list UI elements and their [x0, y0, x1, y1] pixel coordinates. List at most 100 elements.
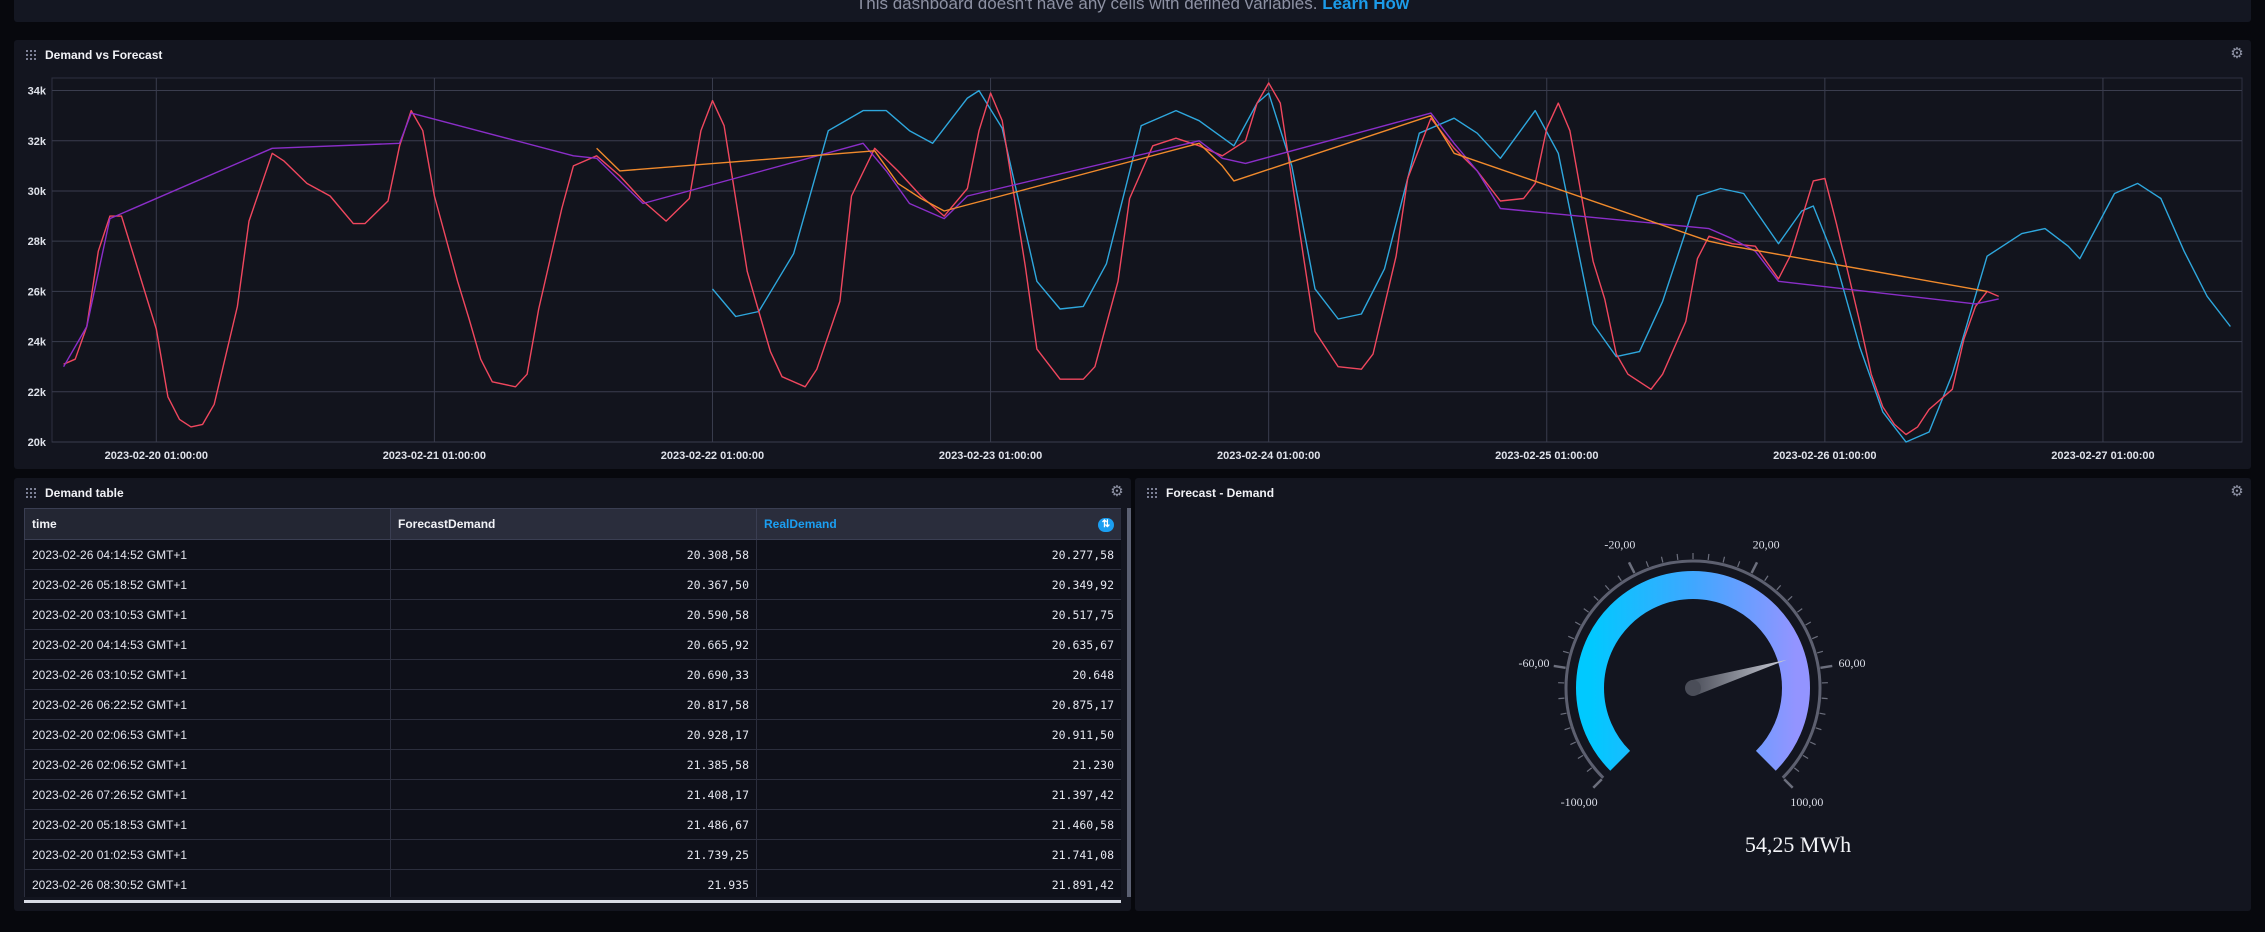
forecast-minus-demand-cell: Forecast - Demand ⚙ -100,00 -60,00 -20,00 2…: [1135, 478, 2251, 911]
cell-forecast-demand: 20.665,92: [390, 629, 757, 660]
table-row[interactable]: 2023-02-26 02:06:52 GMT+1 21.385,58 21.230: [24, 749, 1121, 780]
cell-time: 2023-02-20 04:14:53 GMT+1: [24, 629, 391, 660]
gauge-tick: [1560, 712, 1567, 715]
x-tick-label: 2023-02-24 01:00:00: [1217, 450, 1320, 462]
table-row[interactable]: 2023-02-26 03:10:52 GMT+1 20.690,33 20.648: [24, 659, 1121, 690]
gauge-tick: [1793, 767, 1800, 773]
cell-real-demand: 21.460,58: [756, 809, 1121, 840]
demand-vs-forecast-cell: Demand vs Forecast ⚙ 20k 22k 24k 26k 28k 30k 3…: [14, 40, 2251, 469]
gauge-tick: [1722, 556, 1726, 563]
demand-table: time ForecastDemand RealDemand ⇅ 2023-02…: [24, 508, 1121, 897]
table-row[interactable]: 2023-02-20 05:18:53 GMT+1 21.486,67 21.460…: [24, 809, 1121, 840]
x-tick-label: 2023-02-26 01:00:00: [1773, 450, 1876, 462]
gauge-tick: [1562, 650, 1570, 654]
gauge-tick: [1764, 575, 1769, 582]
cell-time: 2023-02-26 03:10:52 GMT+1: [24, 659, 391, 690]
gauge-tick: [1586, 767, 1593, 773]
cell-time: 2023-02-26 05:18:52 GMT+1: [24, 569, 391, 600]
gauge-tick: [1811, 635, 1818, 640]
gauge-tick: [1737, 561, 1741, 568]
cell-forecast-demand: 20.367,50: [390, 569, 757, 600]
y-tick-label: 28k: [28, 236, 47, 248]
cell-time: 2023-02-20 02:06:53 GMT+1: [24, 719, 391, 750]
gauge-tick: [1809, 741, 1816, 746]
gauge-tick: [1787, 595, 1793, 601]
cell-title: Demand table: [45, 486, 124, 500]
table-row[interactable]: 2023-02-26 08:30:52 GMT+1 21.935 21.891,42: [24, 869, 1121, 897]
table-row[interactable]: 2023-02-20 04:14:53 GMT+1 20.665,92 20.635…: [24, 629, 1121, 660]
cell-real-demand: 20.648: [756, 659, 1121, 690]
table-row[interactable]: 2023-02-26 05:18:52 GMT+1 20.367,50 20.349…: [24, 569, 1121, 600]
gauge-tick: [1707, 553, 1710, 560]
gauge-tick: [1592, 778, 1603, 789]
cell-real-demand: 20.875,17: [756, 689, 1121, 720]
cell-header[interactable]: Demand table ⚙: [14, 478, 1131, 508]
column-header-time[interactable]: time: [24, 508, 391, 540]
cell-real-demand: 20.349,92: [756, 569, 1121, 600]
vertical-scrollbar[interactable]: [1127, 508, 1131, 897]
banner-text: This dashboard doesn't have any cells wi…: [855, 0, 1318, 13]
table-row[interactable]: 2023-02-20 03:10:53 GMT+1 20.590,58 20.517…: [24, 599, 1121, 630]
gauge-tick-label: 60,00: [1839, 656, 1866, 670]
gauge-tick: [1783, 778, 1794, 789]
table-header-row: time ForecastDemand RealDemand ⇅: [24, 508, 1121, 540]
gauge-tick: [1676, 553, 1679, 560]
demand-table-cell: Demand table ⚙ time ForecastDemand RealD…: [14, 478, 1131, 911]
plot-area: [51, 77, 2243, 443]
cell-real-demand: 20.635,67: [756, 629, 1121, 660]
sort-ascending-icon[interactable]: ⇅: [1098, 517, 1114, 532]
y-tick-label: 24k: [28, 337, 47, 349]
gauge-value-text: 54,25 MWh: [1745, 832, 1851, 857]
table-row[interactable]: 2023-02-26 07:26:52 GMT+1 21.408,17 21.397…: [24, 779, 1121, 810]
cell-real-demand: 21.230: [756, 749, 1121, 780]
drag-handle-icon[interactable]: [26, 488, 36, 498]
gauge-tick: [1776, 584, 1782, 591]
column-header-forecast-demand[interactable]: ForecastDemand: [390, 508, 757, 540]
cell-time: 2023-02-20 01:02:53 GMT+1: [24, 839, 391, 870]
line-chart[interactable]: 20k 22k 24k 26k 28k 30k 32k 34k 2023-02-20 01:00…: [14, 40, 2251, 469]
cell-forecast-demand: 21.486,67: [390, 809, 757, 840]
gauge-tick: [1805, 621, 1812, 626]
cell-time: 2023-02-20 03:10:53 GMT+1: [24, 599, 391, 630]
y-tick-label: 30k: [28, 186, 47, 198]
gauge-tick: [1617, 575, 1622, 582]
gauge-tick: [1570, 741, 1577, 746]
cell-forecast-demand: 21.408,17: [390, 779, 757, 810]
cell-real-demand: 20.911,50: [756, 719, 1121, 750]
cell-forecast-demand: 20.690,33: [390, 659, 757, 690]
table-row[interactable]: 2023-02-20 01:02:53 GMT+1 21.739,25 21.741…: [24, 839, 1121, 870]
gauge-tick: [1604, 584, 1610, 591]
y-tick-label: 20k: [28, 437, 47, 449]
y-tick-label: 32k: [28, 136, 47, 148]
x-tick-label: 2023-02-22 01:00:00: [661, 450, 764, 462]
gauge-tick-label: -100,00: [1561, 795, 1598, 809]
table-row[interactable]: 2023-02-26 06:22:52 GMT+1 20.817,58 20.875…: [24, 689, 1121, 720]
gauge-tick: [1553, 664, 1566, 670]
cell-time: 2023-02-20 05:18:53 GMT+1: [24, 809, 391, 840]
cell-real-demand: 21.891,42: [756, 869, 1121, 897]
cell-real-demand: 21.397,42: [756, 779, 1121, 810]
cell-time: 2023-02-26 07:26:52 GMT+1: [24, 779, 391, 810]
gauge-tick: [1820, 664, 1833, 670]
gauge-tick-label: 100,00: [1790, 795, 1823, 809]
cell-forecast-demand: 21.739,25: [390, 839, 757, 870]
horizontal-scrollbar[interactable]: [24, 900, 1121, 903]
gauge-tick: [1819, 712, 1826, 715]
y-tick-label: 34k: [28, 86, 47, 98]
table-row[interactable]: 2023-02-26 04:14:52 GMT+1 20.308,58 20.277…: [24, 539, 1121, 570]
x-tick-label: 2023-02-23 01:00:00: [939, 450, 1042, 462]
cell-forecast-demand: 20.590,58: [390, 599, 757, 630]
gauge-tick: [1583, 608, 1589, 613]
gauge-tick: [1568, 635, 1575, 640]
gauge-tick: [1815, 727, 1822, 731]
gauge-tick: [1577, 754, 1584, 760]
cell-forecast-demand: 20.308,58: [390, 539, 757, 570]
column-header-real-demand[interactable]: RealDemand ⇅: [756, 508, 1121, 540]
table-row[interactable]: 2023-02-20 02:06:53 GMT+1 20.928,17 20.911…: [24, 719, 1121, 750]
gear-icon[interactable]: ⚙: [1109, 484, 1125, 500]
gauge-tick: [1816, 650, 1824, 654]
learn-how-link[interactable]: Learn How: [1322, 0, 1409, 13]
gauge-tick-label: -60,00: [1518, 656, 1549, 670]
x-tick-label: 2023-02-27 01:00:00: [2051, 450, 2154, 462]
x-tick-label: 2023-02-20 01:00:00: [105, 450, 208, 462]
